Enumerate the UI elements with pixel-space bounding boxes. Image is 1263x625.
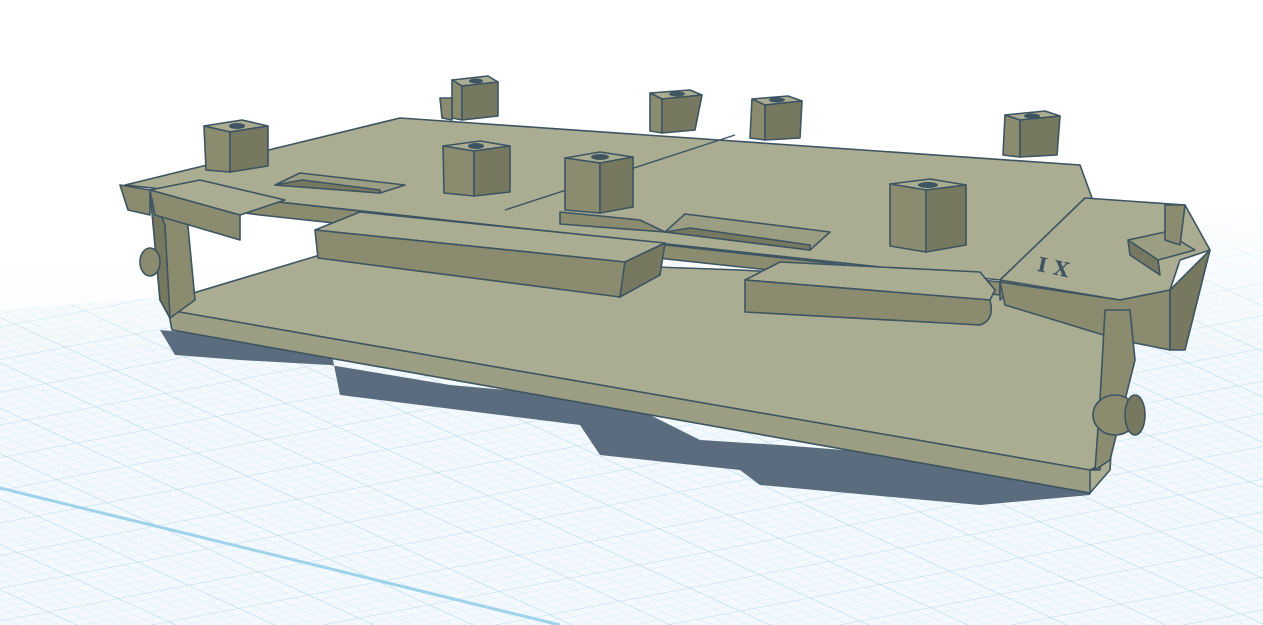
standoff-6 xyxy=(442,140,511,197)
standoff-8 xyxy=(889,178,967,253)
standoff-5 xyxy=(1002,110,1061,158)
upper-deck-left xyxy=(119,184,151,216)
standoff-2 xyxy=(439,75,499,121)
right-knob-cap xyxy=(1124,394,1146,436)
scene-canvas[interactable]: I X xyxy=(0,0,1263,625)
standoff-7 xyxy=(564,151,634,214)
left-knob xyxy=(139,247,161,277)
standoff-1 xyxy=(203,119,269,173)
standoff-3 xyxy=(649,89,703,134)
3d-viewport[interactable]: I X xyxy=(0,0,1263,625)
standoff-4 xyxy=(749,95,803,141)
